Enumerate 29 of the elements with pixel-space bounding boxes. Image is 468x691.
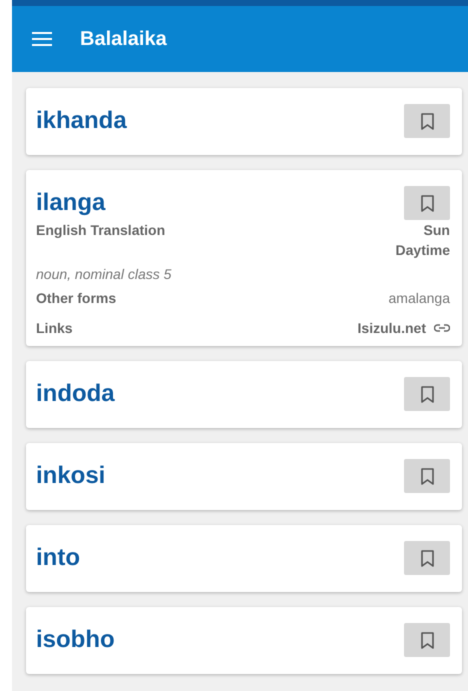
headword: into [36,544,80,572]
headword: isobho [36,626,115,654]
translation-text: Daytime [396,242,450,258]
headword: ikhanda [36,107,127,135]
bookmark-button[interactable] [404,623,450,657]
bookmark-button[interactable] [404,186,450,220]
word-card[interactable]: inkosi [26,443,462,510]
bookmark-button[interactable] [404,104,450,138]
grammar-note: noun, nominal class 5 [36,266,172,282]
headword: indoda [36,380,115,408]
bookmark-button[interactable] [404,459,450,493]
word-card[interactable]: ilanga English Translation Sun Daytime noun, nominal class 5 Other forms amalanga Links Isizulu.net [26,170,462,346]
headword: inkosi [36,462,106,490]
link-icon [434,323,450,333]
field-label: English Translation [36,222,166,240]
field-label: Other forms [36,290,116,306]
bookmark-button[interactable] [404,541,450,575]
source-link[interactable]: Isizulu.net [358,320,450,336]
word-card[interactable]: into [26,525,462,592]
field-label: Links [36,320,73,336]
menu-icon[interactable] [32,31,52,47]
bookmark-button[interactable] [404,377,450,411]
app-title: Balalaika [80,28,167,50]
word-card[interactable]: indoda [26,361,462,428]
translation-text: Sun [424,222,450,238]
word-card[interactable]: ikhanda [26,88,462,155]
headword: ilanga [36,189,106,217]
word-card[interactable]: isobho [26,607,462,674]
other-form-text: amalanga [388,290,450,306]
